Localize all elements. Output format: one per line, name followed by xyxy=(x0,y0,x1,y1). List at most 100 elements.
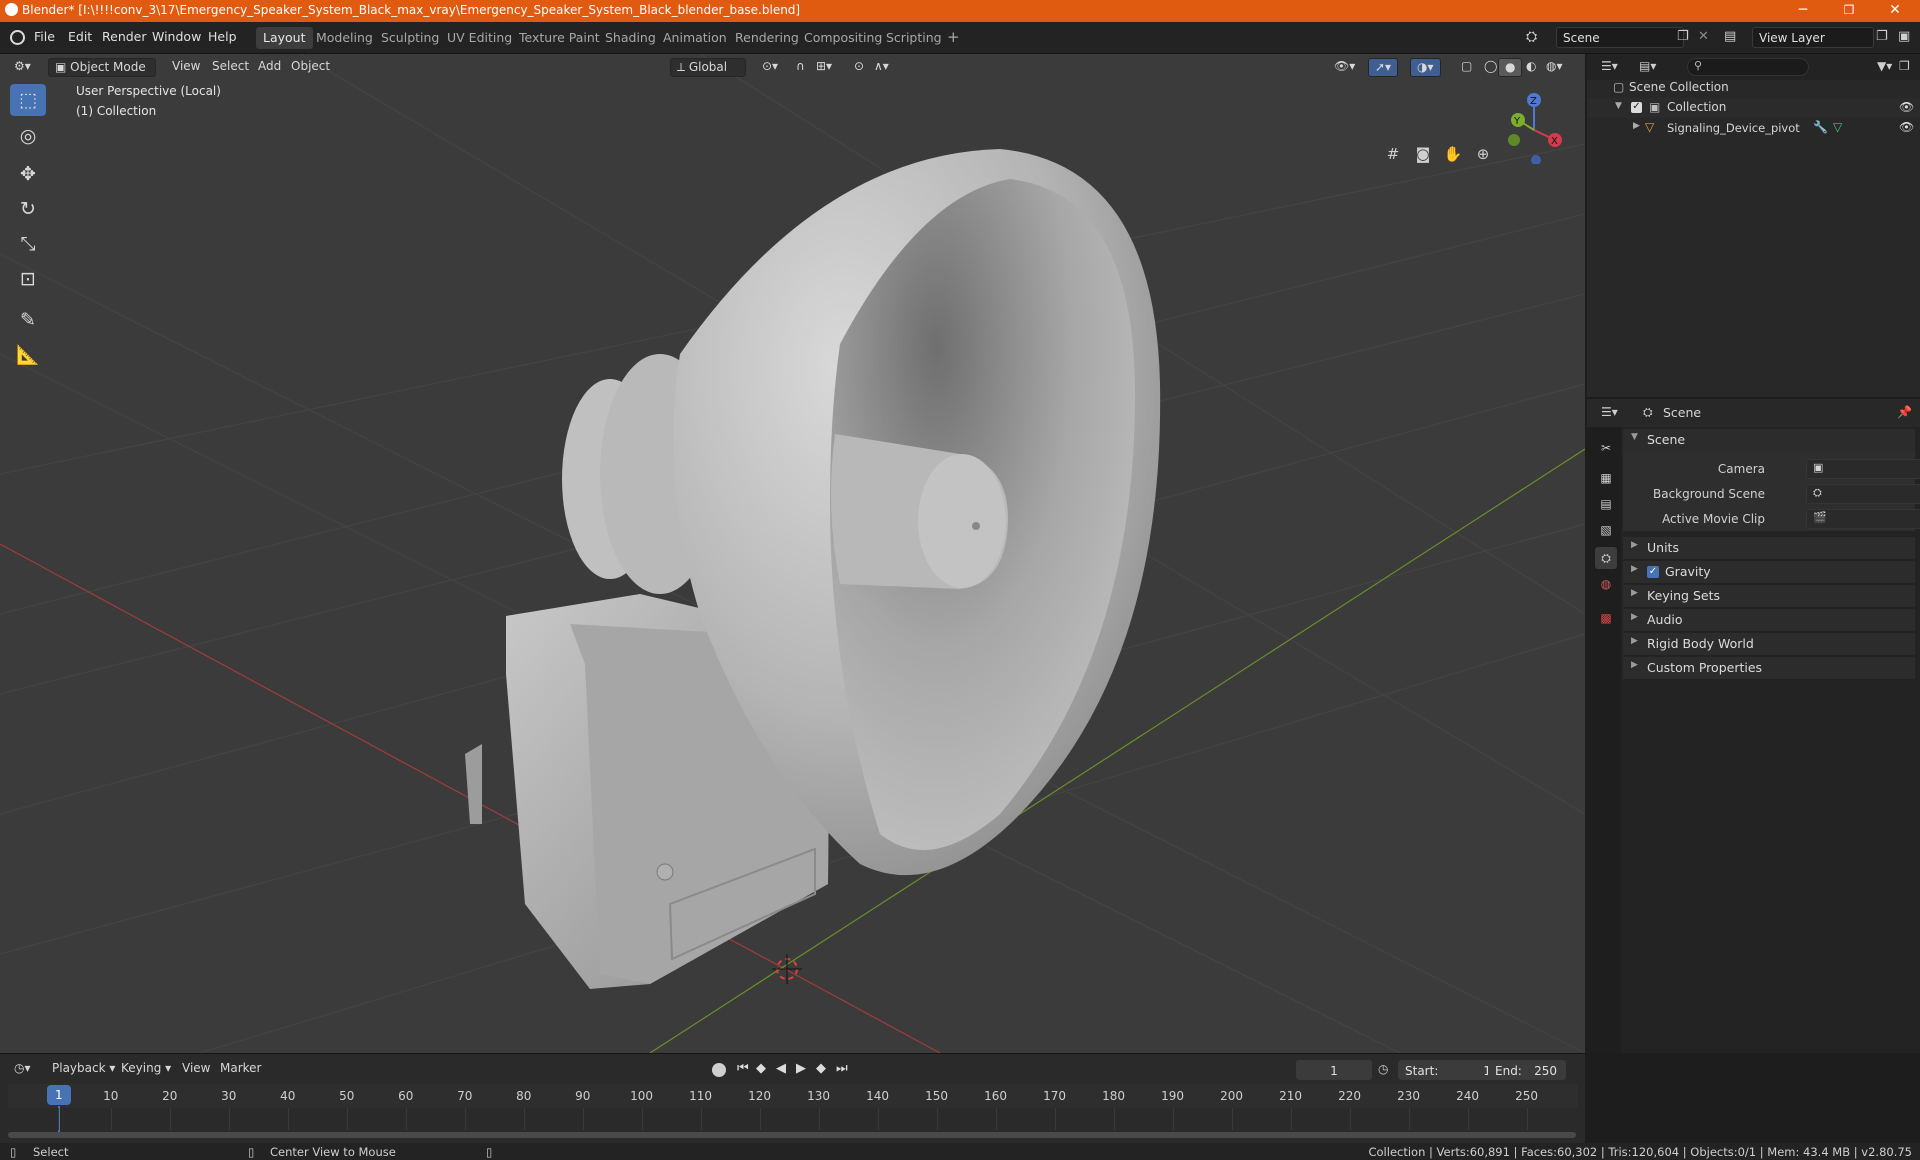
tool-tab-icon[interactable]: ✂ xyxy=(1595,437,1617,459)
panel-gravity-header[interactable]: ▶ ✓ Gravity xyxy=(1623,561,1915,583)
overlay-toggle-icon[interactable]: ◑▾ xyxy=(1410,58,1441,77)
navigation-gizmo[interactable]: Z X Y xyxy=(1498,84,1568,164)
gravity-checkbox[interactable]: ✓ xyxy=(1647,566,1659,578)
tab-modeling[interactable]: Modeling xyxy=(309,27,380,49)
outliner-row-scene-collection[interactable]: ▢ Scene Collection xyxy=(1587,78,1920,98)
outliner-row-collection[interactable]: ▼ ✓ ▣ Collection 👁 xyxy=(1587,98,1920,118)
scale-tool[interactable]: ⤡ xyxy=(10,228,46,260)
annotate-tool[interactable]: ✎ xyxy=(10,304,46,336)
cursor-tool[interactable]: ◎ xyxy=(10,120,46,152)
menu-add[interactable]: Add xyxy=(252,58,287,77)
scene-tab-icon[interactable]: ⛭ xyxy=(1595,547,1617,569)
3d-cursor-icon[interactable] xyxy=(772,954,802,984)
new-view-layer-icon[interactable]: ❐ xyxy=(1876,29,1888,44)
modifier-wrench-icon[interactable]: 🔧 xyxy=(1813,120,1828,134)
scene-name-field[interactable]: Scene xyxy=(1556,27,1684,48)
object-visibility-icon[interactable]: 👁 xyxy=(1899,120,1914,134)
menu-select[interactable]: Select xyxy=(206,58,255,77)
tab-shading[interactable]: Shading xyxy=(598,27,663,49)
render-tab-icon[interactable]: ▦ xyxy=(1595,467,1617,489)
tab-uv-editing[interactable]: UV Editing xyxy=(440,27,519,49)
panel-scene-header[interactable]: ▼ Scene xyxy=(1623,429,1915,451)
tab-layout[interactable]: Layout xyxy=(256,27,313,49)
properties-editor-icon[interactable]: ☰▾ xyxy=(1601,405,1618,419)
view-layer-field[interactable]: View Layer xyxy=(1752,27,1874,48)
snap-target-icon[interactable]: ⊞▾ xyxy=(810,58,838,77)
timeline-view-menu[interactable]: View xyxy=(176,1060,216,1079)
xray-toggle-icon[interactable]: ▢ xyxy=(1455,58,1478,77)
rendered-shading-icon[interactable]: ◍▾ xyxy=(1540,58,1569,77)
filter-icon[interactable]: ▼▾ xyxy=(1877,59,1892,73)
maximize-button[interactable]: ❐ xyxy=(1826,0,1872,22)
speaker-model[interactable] xyxy=(465,149,1161,989)
falloff-icon[interactable]: ∧▾ xyxy=(868,58,895,77)
expand-collection-icon[interactable]: ▼ xyxy=(1615,101,1622,111)
gizmo-toggle-icon[interactable]: ➚▾ xyxy=(1368,58,1399,77)
pivot-point-icon[interactable]: ⊙▾ xyxy=(756,58,784,77)
snap-magnet-icon[interactable]: ∩ xyxy=(790,58,811,77)
expand-object-icon[interactable]: ▶ xyxy=(1633,121,1640,131)
tab-compositing[interactable]: Compositing xyxy=(797,27,889,49)
view-layer-tab-icon[interactable]: ▧ xyxy=(1595,519,1617,541)
toggle-grid-icon[interactable]: # xyxy=(1380,141,1406,167)
zoom-icon[interactable]: ⊕ xyxy=(1470,141,1496,167)
delete-scene-icon[interactable]: ✕ xyxy=(1698,29,1709,44)
prev-keyframe-icon[interactable]: ◆ xyxy=(756,1061,766,1076)
move-tool[interactable]: ✥ xyxy=(10,158,46,190)
panel-custom-properties-header[interactable]: ▶ Custom Properties xyxy=(1623,657,1915,679)
solid-shading-icon[interactable]: ● xyxy=(1498,58,1523,77)
play-icon[interactable]: ▶ xyxy=(796,1061,806,1076)
proportional-edit-icon[interactable]: ⊙ xyxy=(848,58,870,77)
transform-orientation-dropdown[interactable]: ⟂ Global xyxy=(670,58,746,77)
record-button[interactable] xyxy=(712,1063,726,1077)
menu-render[interactable]: Render xyxy=(102,29,147,44)
tab-sculpting[interactable]: Sculpting xyxy=(374,27,446,49)
close-button[interactable]: ✕ xyxy=(1872,0,1918,22)
tab-texture-paint[interactable]: Texture Paint xyxy=(512,27,607,49)
camera-view-icon[interactable]: ◙ xyxy=(1410,141,1436,167)
collection-checkbox[interactable]: ✓ xyxy=(1631,102,1642,113)
menu-edit[interactable]: Edit xyxy=(68,29,92,44)
jump-end-icon[interactable]: ⏭ xyxy=(836,1061,848,1076)
new-collection-icon[interactable]: ❐ xyxy=(1899,59,1910,73)
visibility-icon[interactable]: 👁▾ xyxy=(1328,58,1361,77)
outliner-row-object[interactable]: ▶ ▽ Signaling_Device_pivot 🔧 ▽ 👁 xyxy=(1587,118,1920,138)
panel-audio-header[interactable]: ▶ Audio xyxy=(1623,609,1915,631)
timeline-scrollbar[interactable] xyxy=(8,1132,1576,1138)
panel-rigid-body-header[interactable]: ▶ Rigid Body World xyxy=(1623,633,1915,655)
current-frame-field[interactable]: 1 xyxy=(1296,1060,1372,1080)
keying-menu[interactable]: Keying ▾ xyxy=(115,1060,177,1079)
object-mode-dropdown[interactable]: ▣ Object Mode xyxy=(48,58,156,77)
3d-viewport[interactable]: User Perspective (Local) (1) Collection … xyxy=(0,54,1585,1053)
start-frame-field[interactable]: Start: 1 xyxy=(1398,1060,1500,1080)
view-layer-icon[interactable]: ▤ xyxy=(1724,29,1736,44)
outliner-editor-icon[interactable]: ☰▾ xyxy=(1601,59,1618,73)
playback-menu[interactable]: Playback ▾ xyxy=(46,1060,121,1079)
active-movie-clip-field[interactable]: 🎬 xyxy=(1806,509,1920,529)
end-frame-field[interactable]: End: 250 xyxy=(1488,1060,1566,1080)
jump-start-icon[interactable]: ⏮ xyxy=(737,1061,749,1076)
add-workspace-button[interactable]: + xyxy=(940,25,967,47)
pin-icon[interactable]: 📌 xyxy=(1897,405,1912,419)
tab-rendering[interactable]: Rendering xyxy=(728,27,806,49)
next-keyframe-icon[interactable]: ◆ xyxy=(816,1061,826,1076)
minimize-button[interactable]: ─ xyxy=(1780,0,1826,22)
camera-field[interactable]: ▣ ✒ xyxy=(1806,459,1920,479)
tab-animation[interactable]: Animation xyxy=(656,27,734,49)
menu-file[interactable]: File xyxy=(34,29,55,44)
panel-units-header[interactable]: ▶ Units xyxy=(1623,537,1915,559)
background-scene-field[interactable]: ⛭ xyxy=(1806,484,1920,504)
rotate-tool[interactable]: ↻ xyxy=(10,193,46,225)
collection-visibility-icon[interactable]: 👁 xyxy=(1899,100,1914,114)
delete-view-layer-icon[interactable]: ▣ xyxy=(1898,29,1910,44)
texture-tab-icon[interactable]: ▩ xyxy=(1595,607,1617,629)
gizmo-neg-z-icon[interactable] xyxy=(1531,155,1541,164)
menu-view[interactable]: View xyxy=(166,58,206,77)
new-scene-icon[interactable]: ❐ xyxy=(1677,29,1689,44)
transform-tool[interactable]: ⊡ xyxy=(10,263,46,295)
play-reverse-icon[interactable]: ◀ xyxy=(776,1061,786,1076)
menu-help[interactable]: Help xyxy=(208,29,237,44)
output-tab-icon[interactable]: ▤ xyxy=(1595,493,1617,515)
preview-range-icon[interactable]: ◷ xyxy=(1378,1062,1388,1076)
menu-object[interactable]: Object xyxy=(285,58,336,77)
